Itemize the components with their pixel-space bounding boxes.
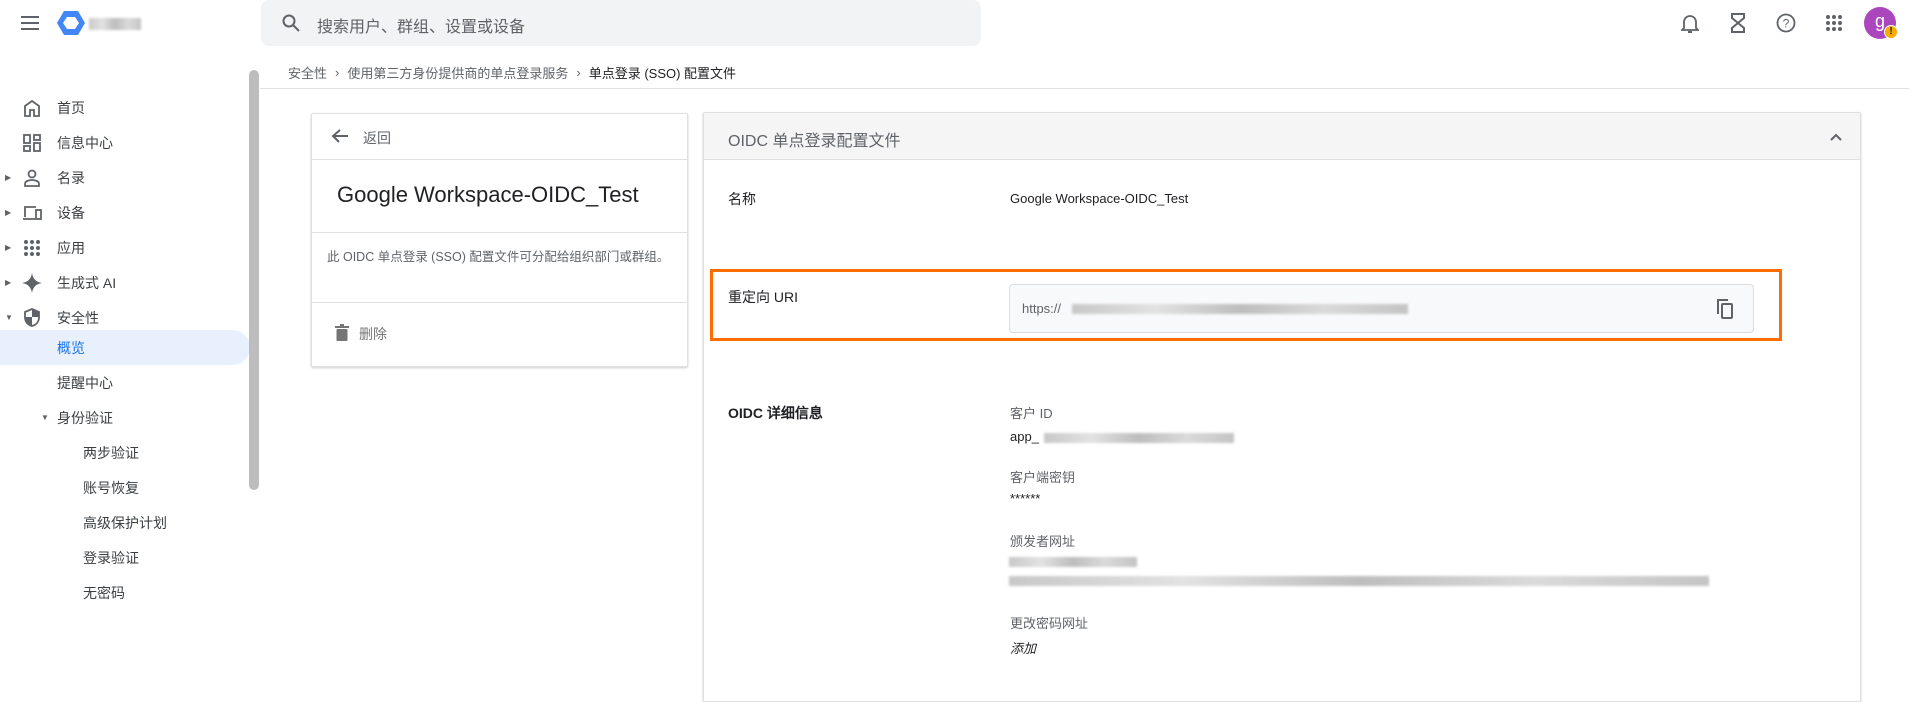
- help-icon[interactable]: ?: [1774, 11, 1798, 35]
- back-button[interactable]: 返回: [312, 114, 687, 160]
- card-header[interactable]: OIDC 单点登录配置文件: [704, 113, 1860, 160]
- chevron-right-icon: ›: [576, 65, 581, 80]
- chevron-up-icon[interactable]: [1826, 127, 1846, 147]
- sidebar-item-dashboard[interactable]: 信息中心: [0, 125, 250, 160]
- sidebar-item-label: 设备: [57, 204, 85, 221]
- profile-summary-card: 返回 Google Workspace-OIDC_Test 此 OIDC 单点登…: [311, 113, 688, 367]
- sidebar-item-label: 无密码: [83, 584, 125, 601]
- person-icon: [22, 168, 42, 188]
- sidebar-item-directory[interactable]: ▶ 名录: [0, 160, 250, 195]
- sidebar-item-overview[interactable]: 概览: [0, 330, 250, 365]
- sparkle-icon: [22, 272, 42, 293]
- shield-icon: [22, 308, 42, 328]
- sidebar-item-label: 名录: [57, 169, 85, 186]
- apps-icon: [22, 238, 42, 258]
- admin-logo[interactable]: [57, 10, 167, 36]
- sidebar-item-advanced-protection[interactable]: 高级保护计划: [0, 505, 250, 540]
- redirect-uri-redacted: [1072, 304, 1408, 314]
- expand-caret-icon[interactable]: ▶: [5, 173, 11, 182]
- sidebar-item-generative-ai[interactable]: ▶ 生成式 AI: [0, 265, 250, 300]
- breadcrumb-sso-third-party[interactable]: 使用第三方身份提供商的单点登录服务: [347, 63, 568, 82]
- header-divider: [260, 88, 1909, 89]
- delete-button[interactable]: 删除: [312, 303, 687, 365]
- sidebar-item-apps[interactable]: ▶ 应用: [0, 230, 250, 265]
- warning-badge-icon: !: [1884, 25, 1898, 39]
- sidebar-item-home[interactable]: 首页: [0, 90, 250, 125]
- sidebar-item-label: 高级保护计划: [83, 514, 167, 531]
- sidebar-item-label: 账号恢复: [83, 479, 139, 496]
- change-password-url-label: 更改密码网址: [1010, 616, 1089, 631]
- search-input[interactable]: 搜索用户、群组、设置或设备: [317, 13, 525, 37]
- back-label: 返回: [363, 130, 391, 146]
- sidebar-item-2sv[interactable]: 两步验证: [0, 435, 250, 470]
- oidc-profile-card: OIDC 单点登录配置文件 名称 Google Workspace-OIDC_T…: [703, 112, 1861, 702]
- devices-icon: [22, 203, 42, 223]
- redirect-uri-field[interactable]: https://: [1009, 284, 1754, 333]
- sidebar-item-authentication[interactable]: ▼ 身份验证: [0, 400, 250, 435]
- expand-caret-icon[interactable]: ▶: [5, 278, 11, 287]
- sidebar-item-alert-center[interactable]: 提醒中心: [0, 365, 250, 400]
- tasks-hourglass-icon[interactable]: [1726, 11, 1750, 35]
- sidebar-item-label: 登录验证: [83, 549, 139, 566]
- sidebar-item-label: 生成式 AI: [57, 274, 117, 291]
- client-secret-value: ******: [1010, 491, 1041, 506]
- dashboard-icon: [22, 133, 42, 153]
- arrow-back-icon: [330, 126, 350, 146]
- sidebar-item-login-challenge[interactable]: 登录验证: [0, 540, 250, 575]
- expand-caret-icon[interactable]: ▶: [5, 243, 11, 252]
- sidebar-item-label: 信息中心: [57, 134, 113, 151]
- sidebar-item-label: 首页: [57, 99, 85, 116]
- collapse-caret-icon[interactable]: ▼: [5, 313, 13, 322]
- redirect-uri-value: https://: [1022, 301, 1062, 316]
- copy-icon[interactable]: [1714, 298, 1736, 320]
- client-id-label: 客户 ID: [1010, 406, 1053, 421]
- svg-text:?: ?: [1783, 17, 1790, 31]
- profile-description: 此 OIDC 单点登录 (SSO) 配置文件可分配给组织部门或群组。: [327, 250, 670, 264]
- client-id-value: app_: [1010, 429, 1039, 444]
- notifications-icon[interactable]: [1678, 11, 1702, 35]
- client-secret-label: 客户端密钥: [1010, 470, 1076, 485]
- apps-grid-icon[interactable]: [1822, 11, 1846, 35]
- sidebar-item-label: 两步验证: [83, 444, 139, 461]
- issuer-url-redacted-2: [1009, 576, 1709, 586]
- profile-title: Google Workspace-OIDC_Test: [337, 182, 639, 207]
- avatar-letter: g: [1874, 11, 1885, 31]
- sidebar-item-label: 概览: [57, 339, 85, 356]
- redirect-uri-label: 重定向 URI: [728, 289, 798, 305]
- home-icon: [22, 98, 42, 118]
- name-value: Google Workspace-OIDC_Test: [1010, 191, 1189, 206]
- sidebar-item-passwordless[interactable]: 无密码: [0, 575, 250, 610]
- breadcrumb-current: 单点登录 (SSO) 配置文件: [588, 66, 737, 81]
- menu-icon[interactable]: [18, 11, 42, 35]
- client-id-redacted: [1044, 433, 1234, 443]
- add-change-password-url-link[interactable]: 添加: [1010, 638, 1036, 657]
- breadcrumb: 安全性 › 使用第三方身份提供商的单点登录服务 › 单点登录 (SSO) 配置文件: [288, 63, 736, 82]
- trash-icon: [334, 323, 350, 341]
- oidc-details-label: OIDC 详细信息: [728, 405, 823, 421]
- collapse-caret-icon[interactable]: ▼: [41, 413, 49, 422]
- sidebar-item-label: 应用: [57, 239, 85, 256]
- delete-label: 删除: [359, 326, 387, 342]
- chevron-right-icon: ›: [335, 65, 340, 80]
- issuer-url-label: 颁发者网址: [1010, 534, 1076, 549]
- sidebar-item-label: 提醒中心: [57, 374, 113, 391]
- search-icon: [279, 11, 303, 35]
- issuer-url-redacted-1: [1009, 557, 1137, 567]
- sidebar-item-account-recovery[interactable]: 账号恢复: [0, 470, 250, 505]
- expand-caret-icon[interactable]: ▶: [5, 208, 11, 217]
- sidebar-item-label: 身份验证: [57, 409, 113, 426]
- sidebar-item-devices[interactable]: ▶ 设备: [0, 195, 250, 230]
- sidebar-item-label: 安全性: [57, 309, 99, 326]
- card-header-title: OIDC 单点登录配置文件: [728, 133, 901, 150]
- sidebar-scrollbar[interactable]: [249, 70, 259, 490]
- name-label: 名称: [728, 191, 756, 207]
- search-bar[interactable]: 搜索用户、群组、设置或设备: [261, 0, 981, 46]
- breadcrumb-security[interactable]: 安全性: [288, 63, 327, 82]
